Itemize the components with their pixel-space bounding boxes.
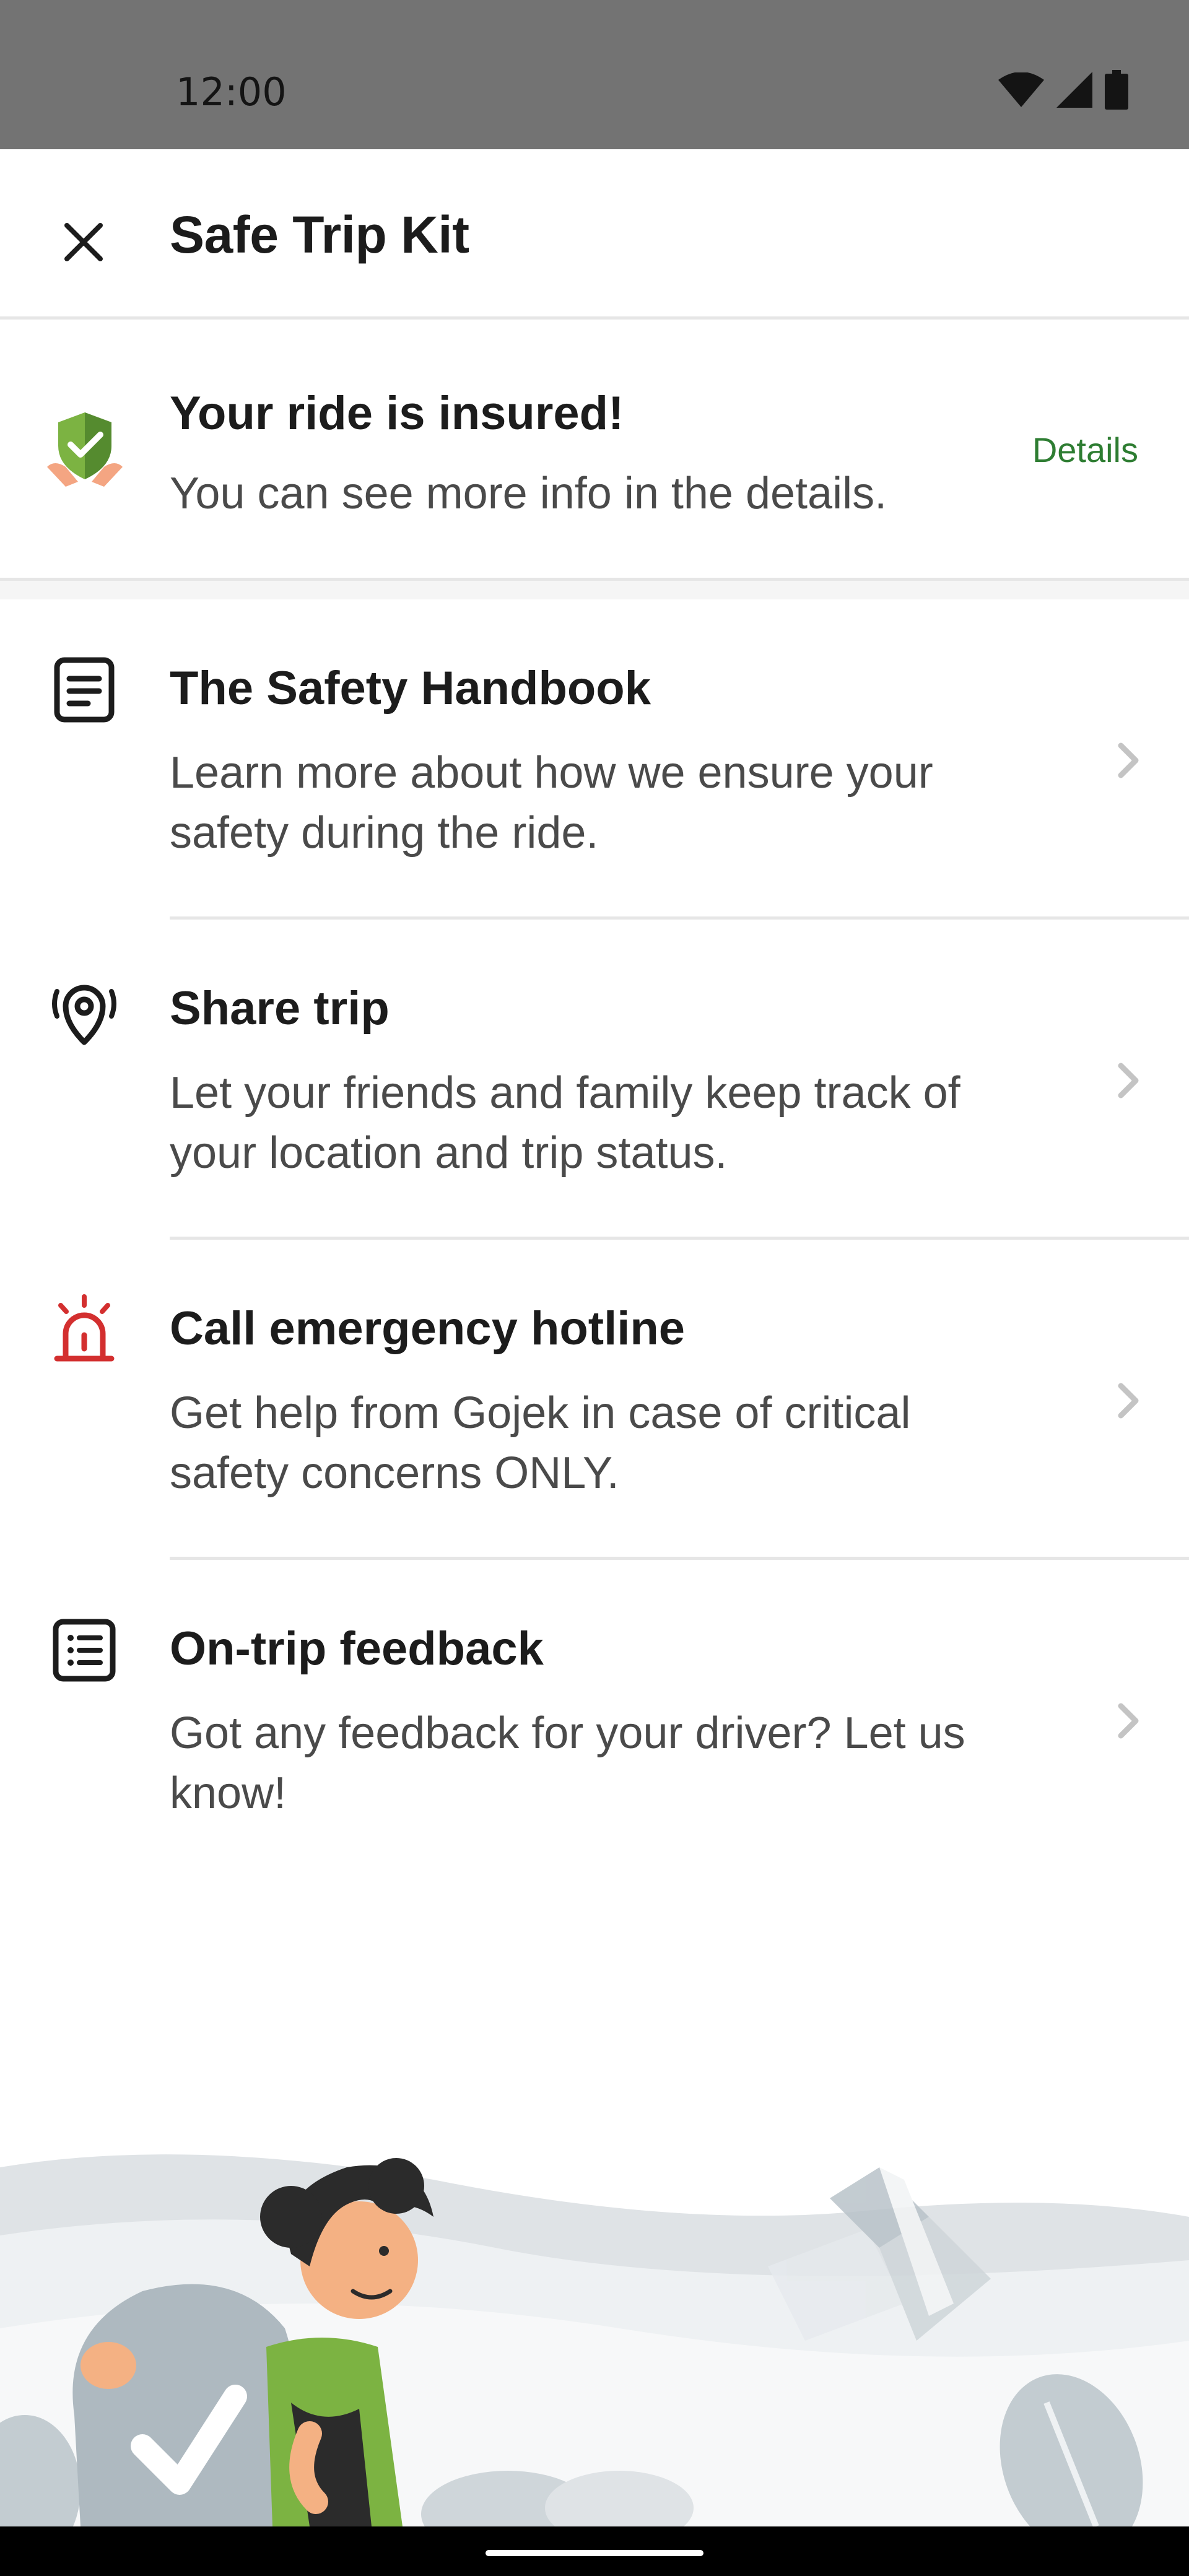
chevron-right-icon [1118, 1063, 1139, 1099]
chevron-right-icon [1118, 1703, 1139, 1739]
chevron-right-icon [1118, 1383, 1139, 1419]
list-item-emergency-hotline[interactable]: Call emergency hotline Get help from Goj… [0, 1240, 1189, 1560]
section-divider [0, 581, 1189, 599]
item-description: Let your friends and family keep track o… [170, 1068, 960, 1178]
emergency-siren-icon [54, 1294, 115, 1362]
battery-icon [1105, 70, 1128, 110]
home-gesture-handle[interactable] [486, 2550, 703, 2556]
safety-illustration [0, 2143, 1189, 2526]
system-nav-bar [0, 2526, 1189, 2576]
feedback-checklist-icon [53, 1619, 116, 1682]
insurance-subtitle: You can see more info in the details. [170, 469, 887, 518]
details-link[interactable]: Details [1032, 430, 1138, 470]
insurance-title: Your ride is insured! [170, 387, 624, 440]
location-share-icon [52, 985, 116, 1045]
item-title: On-trip feedback [170, 1622, 544, 1675]
list-item-share-trip[interactable]: Share trip Let your friends and family k… [0, 920, 1189, 1240]
status-bar: 12:00 [0, 0, 1189, 149]
item-title: Call emergency hotline [170, 1302, 686, 1355]
item-description: Got any feedback for your driver? Let us… [170, 1708, 965, 1818]
signal-icon [1056, 72, 1092, 108]
item-title: The Safety Handbook [170, 662, 651, 715]
status-icons [998, 68, 1128, 111]
list-item-safety-handbook[interactable]: The Safety Handbook Learn more about how… [0, 599, 1189, 920]
item-title: Share trip [170, 982, 390, 1035]
close-icon [64, 223, 103, 261]
app-bar: Safe Trip Kit [0, 149, 1189, 320]
status-time: 12:00 [176, 69, 287, 115]
illustration-art [0, 2154, 1189, 2526]
insurance-banner: Your ride is insured! You can see more i… [0, 320, 1189, 581]
wifi-icon [998, 72, 1044, 107]
handbook-icon [54, 657, 115, 723]
safety-options-list: The Safety Handbook Learn more about how… [0, 599, 1189, 1880]
item-description: Learn more about how we ensure your safe… [170, 748, 933, 858]
list-item-on-trip-feedback[interactable]: On-trip feedback Got any feedback for yo… [0, 1560, 1189, 1880]
close-button[interactable] [50, 208, 118, 276]
item-description: Get help from Gojek in case of critical … [170, 1388, 911, 1498]
insurance-shield-icon [47, 412, 123, 487]
chevron-right-icon [1118, 742, 1139, 778]
page-title: Safe Trip Kit [170, 206, 469, 264]
